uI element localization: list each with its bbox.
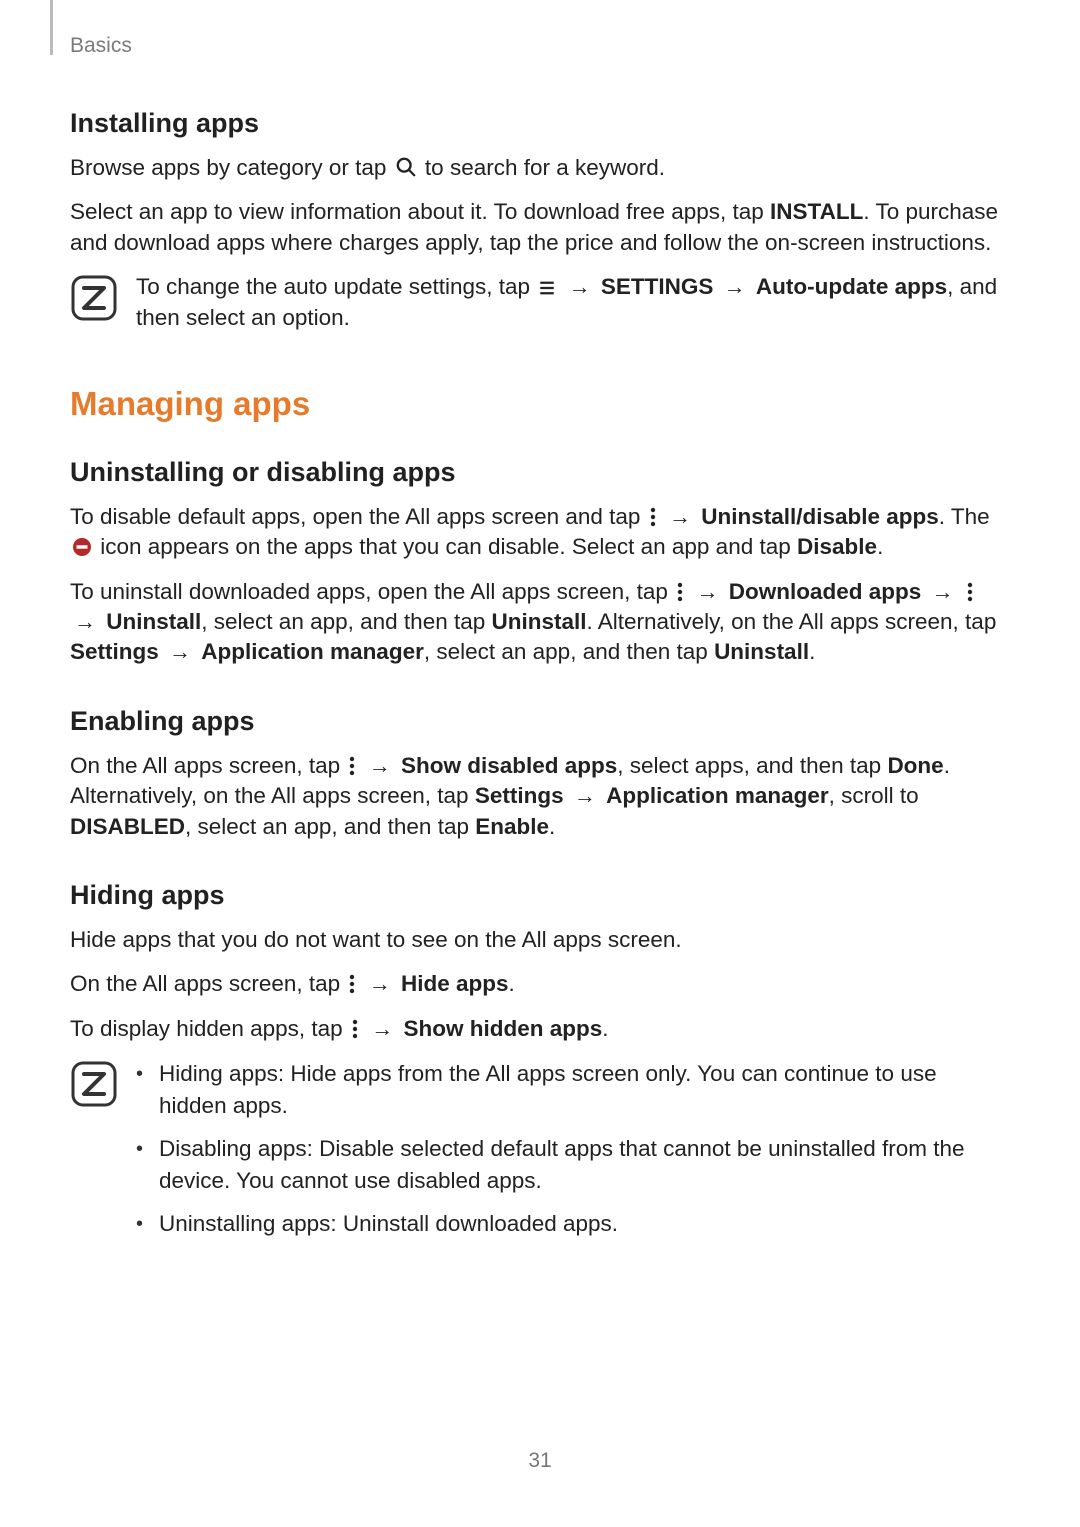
text: . The (939, 504, 990, 529)
menu-icon (538, 279, 556, 297)
label-uninstall-disable: Uninstall/disable apps (701, 504, 939, 529)
heading-installing-apps: Installing apps (70, 108, 1010, 139)
header-divider (50, 0, 53, 55)
arrow-icon: → (565, 272, 595, 302)
text: On the All apps screen, tap (70, 753, 346, 778)
paragraph-disable-default: To disable default apps, open the All ap… (70, 502, 1010, 563)
heading-hiding-apps: Hiding apps (70, 880, 1010, 911)
label-application-manager: Application manager (201, 639, 424, 664)
arrow-icon: → (570, 781, 600, 811)
text: . Alternatively, on the All apps screen,… (587, 609, 997, 634)
label-done: Done (887, 753, 943, 778)
more-icon (351, 1019, 359, 1039)
text: . (549, 814, 555, 839)
page-number: 31 (0, 1449, 1080, 1473)
text: , select apps, and then tap (617, 753, 887, 778)
paragraph-uninstall-downloaded: To uninstall downloaded apps, open the A… (70, 577, 1010, 668)
arrow-icon: → (365, 969, 395, 999)
arrow-icon: → (692, 577, 722, 607)
disable-badge-icon (72, 537, 92, 557)
label-show-hidden: Show hidden apps (403, 1016, 602, 1041)
list-item: • Disabling apps: Disable selected defau… (136, 1133, 1010, 1196)
text: , select an app, and then tap (424, 639, 714, 664)
document-page: Basics Installing apps Browse apps by ca… (0, 0, 1080, 1527)
label-auto-update: Auto-update apps (756, 274, 947, 299)
more-icon (676, 582, 684, 602)
heading-managing-apps: Managing apps (70, 385, 1010, 423)
text: . (809, 639, 815, 664)
paragraph-select-app: Select an app to view information about … (70, 197, 1010, 258)
label-hide-apps: Hide apps (401, 971, 509, 996)
paragraph-hiding-intro: Hide apps that you do not want to see on… (70, 925, 1010, 955)
label-install: INSTALL (770, 199, 863, 224)
note-text: To change the auto update settings, tap … (136, 272, 1010, 333)
text: On the All apps screen, tap (70, 971, 346, 996)
bullet-icon: • (136, 1058, 143, 1121)
label-disable: Disable (797, 534, 877, 559)
arrow-icon: → (665, 502, 695, 532)
text: Browse apps by category or tap (70, 155, 393, 180)
more-icon (348, 756, 356, 776)
text: icon appears on the apps that you can di… (94, 534, 797, 559)
arrow-icon: → (70, 607, 100, 637)
text: To display hidden apps, tap (70, 1016, 349, 1041)
note-bullet-container: • Hiding apps: Hide apps from the All ap… (136, 1058, 1010, 1252)
note-auto-update: To change the auto update settings, tap … (70, 272, 1010, 333)
label-settings: Settings (70, 639, 159, 664)
text: . (508, 971, 514, 996)
arrow-icon: → (927, 577, 957, 607)
text: To disable default apps, open the All ap… (70, 504, 647, 529)
label-enable: Enable (475, 814, 549, 839)
text: , select an app, and then tap (201, 609, 491, 634)
bullet-text: Uninstalling apps: Uninstall downloaded … (159, 1208, 618, 1240)
text: , select an app, and then tap (185, 814, 475, 839)
note-hiding-bullets: • Hiding apps: Hide apps from the All ap… (70, 1058, 1010, 1252)
text: to search for a keyword. (419, 155, 665, 180)
text: To change the auto update settings, tap (136, 274, 536, 299)
label-show-disabled: Show disabled apps (401, 753, 617, 778)
paragraph-enabling: On the All apps screen, tap → Show disab… (70, 751, 1010, 842)
heading-uninstalling: Uninstalling or disabling apps (70, 457, 1010, 488)
bullet-text: Disabling apps: Disable selected default… (159, 1133, 1010, 1196)
label-application-manager: Application manager (606, 783, 829, 808)
label-uninstall: Uninstall (106, 609, 201, 634)
paragraph-show-hidden: To display hidden apps, tap → Show hidde… (70, 1014, 1010, 1044)
label-settings: Settings (475, 783, 564, 808)
breadcrumb: Basics (70, 34, 132, 58)
text: To uninstall downloaded apps, open the A… (70, 579, 674, 604)
text: Select an app to view information about … (70, 199, 770, 224)
bullet-icon: • (136, 1208, 143, 1240)
page-content: Installing apps Browse apps by category … (70, 0, 1010, 1252)
paragraph-browse: Browse apps by category or tap to search… (70, 153, 1010, 183)
text: , scroll to (829, 783, 919, 808)
bullet-text: Hiding apps: Hide apps from the All apps… (159, 1058, 1010, 1121)
bullet-icon: • (136, 1133, 143, 1196)
arrow-icon: → (165, 637, 195, 667)
arrow-icon: → (720, 272, 750, 302)
arrow-icon: → (365, 751, 395, 781)
text: . (602, 1016, 608, 1041)
label-downloaded-apps: Downloaded apps (729, 579, 922, 604)
heading-enabling-apps: Enabling apps (70, 706, 1010, 737)
search-icon (395, 156, 417, 178)
arrow-icon: → (367, 1014, 397, 1044)
more-icon (348, 974, 356, 994)
list-item: • Uninstalling apps: Uninstall downloade… (136, 1208, 1010, 1240)
note-icon (70, 272, 118, 327)
label-settings: SETTINGS (601, 274, 714, 299)
more-icon (649, 507, 657, 527)
list-item: • Hiding apps: Hide apps from the All ap… (136, 1058, 1010, 1121)
paragraph-hide-apps: On the All apps screen, tap → Hide apps. (70, 969, 1010, 999)
label-uninstall: Uninstall (714, 639, 809, 664)
more-icon (966, 582, 974, 602)
note-icon (70, 1058, 118, 1113)
label-uninstall: Uninstall (492, 609, 587, 634)
label-disabled: DISABLED (70, 814, 185, 839)
text: . (877, 534, 883, 559)
